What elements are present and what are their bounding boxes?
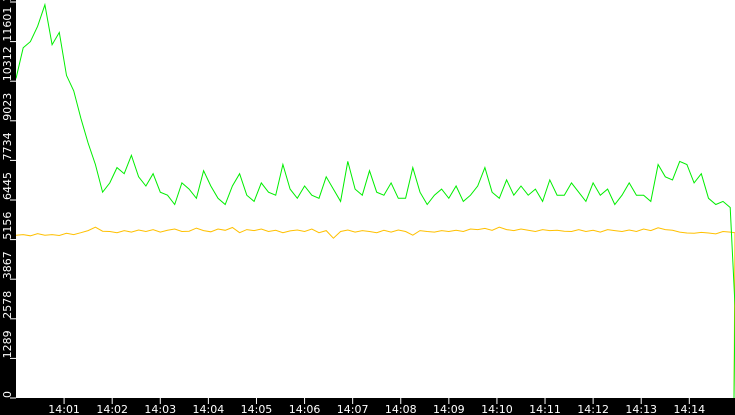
x-tick-label: 14:05 [241,403,273,415]
y-tick-label: 12890 [1,0,14,2]
x-tick-label: 14:06 [289,403,321,415]
x-tick-label: 14:13 [625,403,657,415]
line-chart: 0 1289 2578 3867 5156 6445 7734 9023 10312 11601 1… [1,0,735,415]
y-tick-label: 7734 [1,132,14,160]
x-tick-label: 14:01 [48,403,80,415]
x-tick-label: 14:03 [144,403,176,415]
y-tick-label: 1289 [1,330,14,358]
x-tick-label: 14:08 [385,403,417,415]
x-tick-label: 14:07 [337,403,369,415]
x-tick-label: 14:09 [433,403,465,415]
y-tick-label: 2578 [1,291,14,319]
y-tick-label: 3867 [1,251,14,279]
x-tick-label: 14:11 [529,403,561,415]
y-tick-label: 9023 [1,93,14,121]
x-tick-label: 14:10 [481,403,513,415]
x-axis: 14:01 14:02 14:03 14:04 14:05 14:06 14:07 14:08… [48,398,705,415]
y-tick-label: 11601 [1,7,14,42]
y-tick-label: 6445 [1,172,14,200]
x-tick-label: 14:02 [96,403,128,415]
x-tick-label: 14:14 [673,403,705,415]
plot-background [16,0,735,398]
y-axis: 0 1289 2578 3867 5156 6445 7734 9023 10312 11601 1… [1,0,16,399]
y-tick-label: 5156 [1,212,14,240]
y-tick-label: 10312 [1,46,14,81]
y-tick-label: 0 [1,391,14,398]
x-tick-label: 14:12 [577,403,609,415]
x-tick-label: 14:04 [193,403,225,415]
